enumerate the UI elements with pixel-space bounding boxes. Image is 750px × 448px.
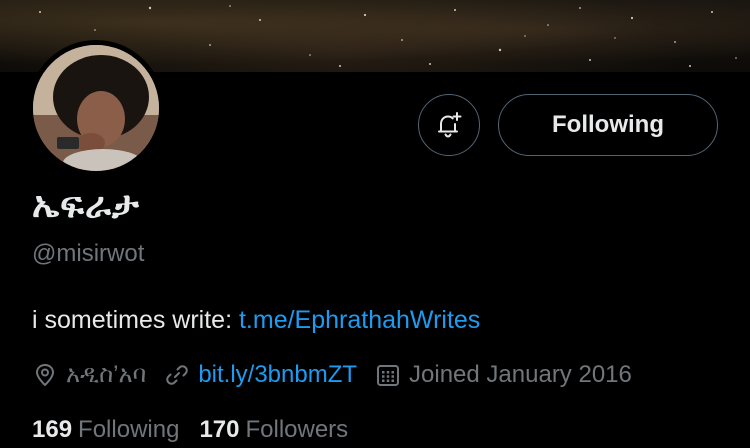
profile-stats: 169 Following 170 Followers <box>32 416 368 444</box>
profile-website[interactable]: bit.ly/3bnbmZT <box>164 361 357 389</box>
profile-bio: i sometimes write: t.me/EphrathahWrites <box>32 306 480 335</box>
followers-stat[interactable]: 170 Followers <box>199 416 348 444</box>
profile-joined: Joined January 2016 <box>375 361 632 389</box>
following-button[interactable]: Following <box>498 94 718 156</box>
notifications-button[interactable] <box>418 94 480 156</box>
bio-text: i sometimes write: <box>32 306 239 334</box>
profile-meta: አዲስ’አባ bit.ly/3bnbmZT Joined January 201… <box>32 360 650 390</box>
bio-link[interactable]: t.me/EphrathahWrites <box>239 306 480 334</box>
following-stat-label: Following <box>78 416 180 443</box>
location-pin-icon <box>36 364 54 386</box>
profile-avatar[interactable] <box>28 40 164 176</box>
followers-stat-label: Followers <box>245 416 349 443</box>
location-text: አዲስ’አባ <box>66 361 147 388</box>
bell-plus-icon <box>438 112 462 138</box>
following-stat[interactable]: 169 Following <box>32 416 179 444</box>
calendar-icon <box>377 365 400 386</box>
joined-text: Joined January 2016 <box>409 361 632 388</box>
link-icon <box>166 365 189 385</box>
profile-handle: @misirwot <box>32 240 145 267</box>
profile-location: አዲስ’አባ <box>32 361 146 389</box>
website-link[interactable]: bit.ly/3bnbmZT <box>198 361 357 389</box>
following-button-label: Following <box>552 111 664 138</box>
following-count: 169 <box>32 416 73 443</box>
display-name: ኤፍራታ <box>32 184 140 225</box>
followers-count: 170 <box>199 416 240 443</box>
avatar-photo <box>33 45 159 171</box>
